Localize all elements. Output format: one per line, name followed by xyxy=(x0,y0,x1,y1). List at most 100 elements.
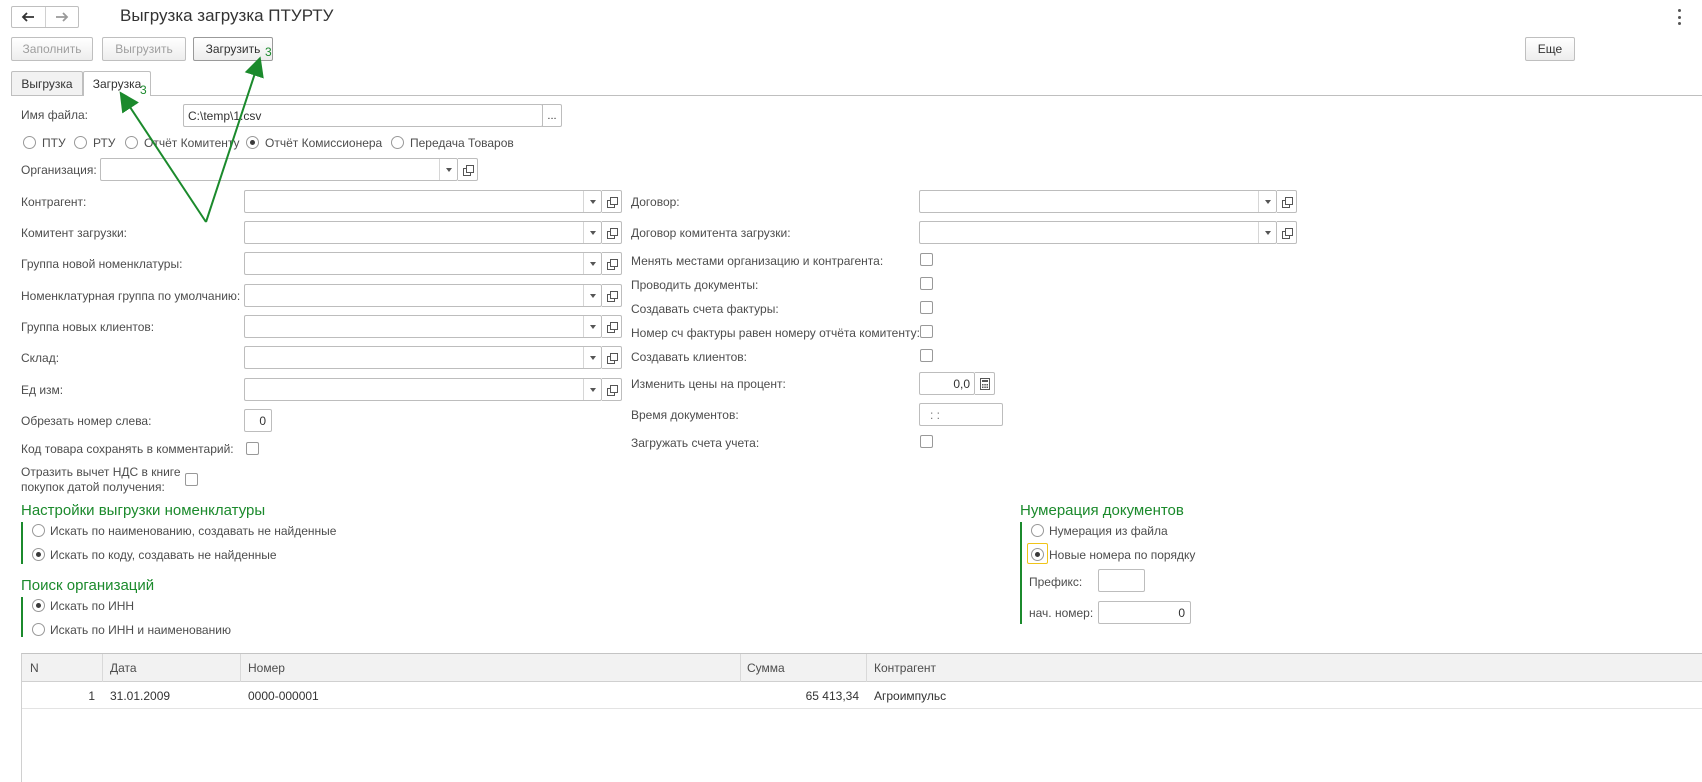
start-number-value: 0 xyxy=(1178,605,1185,620)
radio-search-by-inn-name[interactable] xyxy=(32,623,45,636)
committent-open-button[interactable] xyxy=(602,221,622,244)
create-clients-label: Создавать клиентов: xyxy=(631,350,747,364)
contract-select[interactable] xyxy=(919,190,1277,213)
calculator-icon xyxy=(979,377,990,390)
radio-ptu[interactable] xyxy=(23,136,36,149)
chevron-down-icon[interactable] xyxy=(583,191,601,212)
radio-search-by-code-label: Искать по коду, создавать не найденные xyxy=(50,548,277,562)
default-item-group-open-button[interactable] xyxy=(602,284,622,307)
organization-open-button[interactable] xyxy=(458,158,478,181)
chevron-down-icon[interactable] xyxy=(583,253,601,274)
calculator-button[interactable] xyxy=(975,372,995,395)
radio-numbering-from-file[interactable] xyxy=(1031,524,1044,537)
column-header-sum[interactable]: Сумма xyxy=(747,661,785,675)
browse-button[interactable]: ... xyxy=(542,104,562,127)
import-button[interactable]: Загрузить xyxy=(193,37,273,61)
chevron-down-icon[interactable] xyxy=(583,222,601,243)
chevron-down-icon[interactable] xyxy=(1258,222,1276,243)
annotation-step-label: 3 xyxy=(140,83,147,97)
counterparty-select[interactable] xyxy=(244,190,602,213)
column-header-n[interactable]: N xyxy=(30,661,39,675)
radio-new-numbers[interactable] xyxy=(1031,548,1044,561)
nomenclature-settings-bar xyxy=(21,522,23,564)
tabs-baseline xyxy=(11,95,1702,96)
save-code-label: Код товара сохранять в комментарий: xyxy=(21,442,234,456)
nav-group xyxy=(11,6,79,28)
forward-button[interactable] xyxy=(46,7,79,27)
open-icon xyxy=(1281,196,1293,208)
create-invoices-checkbox[interactable] xyxy=(920,301,933,314)
more-vertical-icon[interactable] xyxy=(1676,9,1682,25)
contract-open-button[interactable] xyxy=(1277,190,1297,213)
default-item-group-select[interactable] xyxy=(244,284,602,307)
committent-contract-label: Договор комитента загрузки: xyxy=(631,226,791,240)
radio-report-commissioner[interactable] xyxy=(246,136,259,149)
vat-checkbox[interactable] xyxy=(185,473,198,486)
column-header-number[interactable]: Номер xyxy=(248,661,285,675)
prefix-input[interactable] xyxy=(1098,569,1145,592)
radio-goods-transfer[interactable] xyxy=(391,136,404,149)
radio-goods-transfer-label: Передача Товаров xyxy=(410,136,514,150)
tab-export[interactable]: Выгрузка xyxy=(11,71,83,95)
file-name-input[interactable]: C:\temp\1.csv xyxy=(183,104,543,127)
radio-search-by-name-label: Искать по наименованию, создавать не най… xyxy=(50,524,337,538)
trim-number-input[interactable]: 0 xyxy=(244,409,272,432)
new-item-group-label: Группа новой номенклатуры: xyxy=(21,257,183,271)
export-button[interactable]: Выгрузить xyxy=(102,37,186,61)
radio-search-by-code[interactable] xyxy=(32,548,45,561)
column-header-counterparty[interactable]: Контрагент xyxy=(874,661,936,675)
start-number-label: нач. номер: xyxy=(1029,606,1094,620)
chevron-down-icon[interactable] xyxy=(439,159,457,180)
chevron-down-icon[interactable] xyxy=(583,285,601,306)
open-icon xyxy=(1281,227,1293,239)
radio-search-by-inn[interactable] xyxy=(32,599,45,612)
counterparty-open-button[interactable] xyxy=(602,190,622,213)
annotation-step-label: 3 xyxy=(265,45,272,59)
save-code-checkbox[interactable] xyxy=(246,442,259,455)
doc-time-input[interactable]: : : xyxy=(919,403,1003,426)
new-clients-group-select[interactable] xyxy=(244,315,602,338)
more-button[interactable]: Еще xyxy=(1525,37,1575,61)
file-name-label: Имя файла: xyxy=(21,108,88,122)
numbering-bar xyxy=(1020,522,1022,624)
new-clients-group-open-button[interactable] xyxy=(602,315,622,338)
new-item-group-open-button[interactable] xyxy=(602,252,622,275)
radio-report-committent[interactable] xyxy=(125,136,138,149)
table-row[interactable]: 1 31.01.2009 0000-000001 65 413,34 Агрои… xyxy=(22,682,1702,709)
fill-button[interactable]: Заполнить xyxy=(11,37,93,61)
chevron-down-icon[interactable] xyxy=(583,347,601,368)
committent-contract-select[interactable] xyxy=(919,221,1277,244)
arrow-left-icon xyxy=(21,12,35,22)
cell-n: 1 xyxy=(88,689,95,703)
warehouse-select[interactable] xyxy=(244,346,602,369)
committent-contract-open-button[interactable] xyxy=(1277,221,1297,244)
radio-search-by-name[interactable] xyxy=(32,524,45,537)
contract-label: Договор: xyxy=(631,195,680,209)
back-button[interactable] xyxy=(12,7,46,27)
swap-label: Менять местами организацию и контрагента… xyxy=(631,254,884,268)
radio-rtu-label: РТУ xyxy=(93,136,116,150)
swap-checkbox[interactable] xyxy=(920,253,933,266)
chevron-down-icon[interactable] xyxy=(1258,191,1276,212)
committent-select[interactable] xyxy=(244,221,602,244)
create-clients-checkbox[interactable] xyxy=(920,349,933,362)
unit-open-button[interactable] xyxy=(602,378,622,401)
load-accounts-label: Загружать счета учета: xyxy=(631,436,760,450)
load-accounts-checkbox[interactable] xyxy=(920,435,933,448)
organization-select[interactable] xyxy=(100,158,458,181)
unit-select[interactable] xyxy=(244,378,602,401)
chevron-down-icon[interactable] xyxy=(583,379,601,400)
cell-counterparty: Агроимпульс xyxy=(874,689,947,703)
start-number-input[interactable]: 0 xyxy=(1098,601,1191,624)
column-header-date[interactable]: Дата xyxy=(110,661,137,675)
chevron-down-icon[interactable] xyxy=(583,316,601,337)
radio-new-numbers-label: Новые номера по порядку xyxy=(1049,548,1196,562)
post-docs-checkbox[interactable] xyxy=(920,277,933,290)
price-change-input[interactable]: 0,0 xyxy=(919,372,975,395)
warehouse-open-button[interactable] xyxy=(602,346,622,369)
price-change-value: 0,0 xyxy=(953,376,970,391)
radio-rtu[interactable] xyxy=(74,136,87,149)
trim-number-value: 0 xyxy=(259,413,266,428)
invoice-number-checkbox[interactable] xyxy=(920,325,933,338)
new-item-group-select[interactable] xyxy=(244,252,602,275)
